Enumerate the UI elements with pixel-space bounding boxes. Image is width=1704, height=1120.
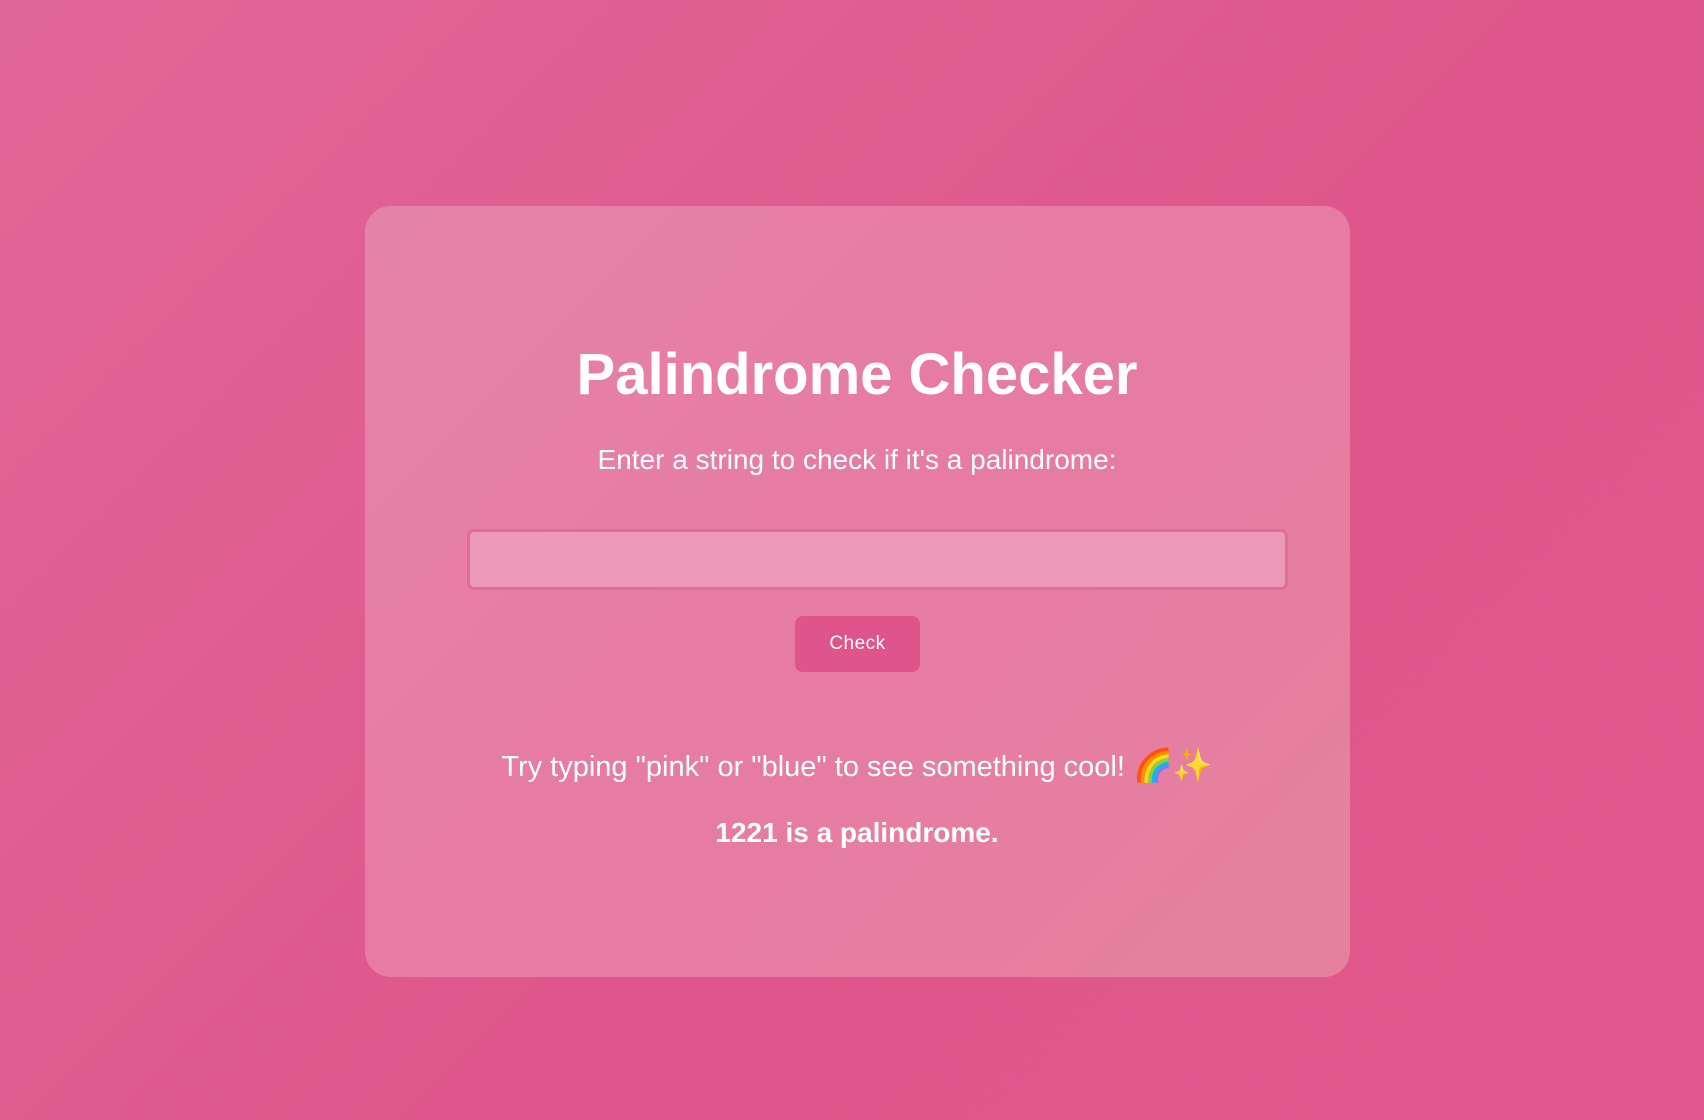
hint-text: Try typing "pink" or "blue" to see somet… xyxy=(0,745,1704,787)
checker-card xyxy=(365,206,1350,977)
hint-label: Try typing "pink" or "blue" to see somet… xyxy=(501,751,1133,783)
page-title: Palindrome Checker xyxy=(576,342,1138,407)
check-button[interactable]: Check xyxy=(795,616,920,672)
rainbow-sparkles-icon: 🌈✨ xyxy=(1133,747,1213,783)
result-text: 1221 is a palindrome. xyxy=(715,817,999,848)
string-input[interactable] xyxy=(467,529,1288,590)
instruction-text: Enter a string to check if it's a palind… xyxy=(597,444,1117,475)
